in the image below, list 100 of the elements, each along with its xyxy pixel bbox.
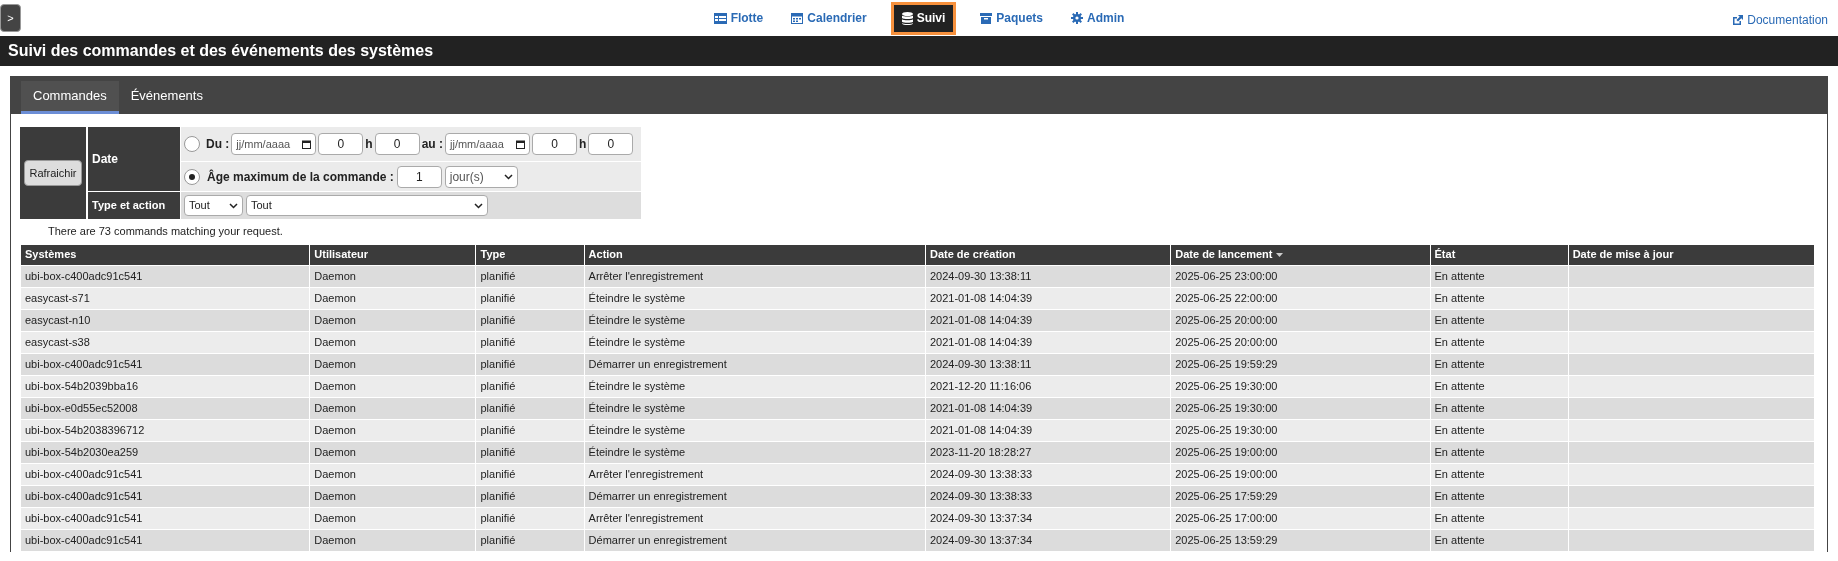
field-label: au : — [421, 136, 443, 153]
field-label: h — [579, 136, 587, 153]
table-cell: Daemon — [310, 353, 476, 375]
column-header[interactable]: Systèmes — [21, 244, 310, 265]
documentation-link[interactable]: Documentation — [1732, 11, 1828, 29]
table-cell: Arrêter l'enregistrement — [584, 265, 925, 287]
table-cell: 2025-06-25 17:00:00 — [1171, 507, 1430, 529]
refresh-button[interactable]: Rafraichir — [24, 159, 82, 187]
chevron-icon — [229, 202, 238, 209]
column-header[interactable]: État — [1430, 244, 1568, 265]
table-cell: Daemon — [310, 397, 476, 419]
table-cell: 2021-01-08 14:04:39 — [925, 331, 1171, 353]
input-field[interactable]: 0 — [532, 133, 577, 155]
radio-button[interactable] — [184, 168, 200, 185]
field-label: Du : — [206, 136, 230, 153]
tab[interactable]: Commandes — [21, 81, 119, 114]
page-title: Suivi des commandes et des événements des systèmes — [8, 41, 434, 61]
input-field[interactable]: 0 — [374, 133, 420, 155]
table-cell: 2024-09-30 13:37:34 — [925, 529, 1171, 551]
field-label: h — [365, 136, 373, 153]
column-header[interactable]: Date de lancement — [1171, 244, 1430, 265]
table-cell: easycast-s71 — [21, 287, 310, 309]
table-cell: Arrêter l'enregistrement — [584, 463, 925, 485]
chevron-icon — [474, 202, 483, 209]
table-cell: ubi-box-54b2030ea259 — [21, 441, 310, 463]
column-header[interactable]: Date de mise à jour — [1568, 244, 1814, 265]
database-icon — [901, 11, 913, 25]
table-cell: easycast-n10 — [21, 309, 310, 331]
table-cell: ubi-box-c400adc91c541 — [21, 463, 310, 485]
table-cell: Daemon — [310, 485, 476, 507]
table-cell: Daemon — [310, 375, 476, 397]
field-label: Âge maximum de la commande : — [207, 168, 394, 186]
table-cell: 2025-06-25 19:00:00 — [1171, 463, 1430, 485]
table-cell: En attente — [1430, 507, 1568, 529]
radio-button[interactable] — [184, 136, 200, 152]
column-header[interactable]: Action — [584, 244, 925, 265]
date-field[interactable]: jj/mm/aaaa — [231, 133, 317, 155]
table-cell: 2025-06-25 22:00:00 — [1171, 287, 1430, 309]
table-cell: 2025-06-25 23:00:00 — [1171, 265, 1430, 287]
table-cell: 2025-06-25 19:59:29 — [1171, 353, 1430, 375]
archive-icon — [980, 12, 993, 24]
table-cell: 2025-06-25 20:00:00 — [1171, 309, 1430, 331]
table-cell: Daemon — [310, 463, 476, 485]
nav-link[interactable]: Calendrier — [787, 9, 871, 27]
date-field[interactable]: jj/mm/aaaa — [445, 133, 530, 155]
table-cell: Éteindre le système — [584, 331, 925, 353]
table-cell: planifié — [476, 287, 584, 309]
tab[interactable]: Événements — [118, 81, 215, 114]
input-field[interactable]: 1 — [396, 165, 442, 188]
table-cell: 2025-06-25 19:00:00 — [1171, 441, 1430, 463]
input-field[interactable]: 0 — [318, 133, 364, 155]
nav-link[interactable]: Paquets — [976, 9, 1048, 27]
table-cell: 2023-11-20 18:28:27 — [925, 441, 1171, 463]
calendar-icon — [516, 139, 525, 149]
table-cell: En attente — [1430, 397, 1568, 419]
table-cell: Daemon — [310, 309, 476, 331]
column-header[interactable]: Type — [476, 244, 584, 265]
table-icon — [713, 12, 727, 24]
table-cell: planifié — [476, 309, 584, 331]
table-cell: planifié — [476, 441, 584, 463]
sidebar-toggle-button[interactable]: > — [0, 4, 21, 32]
table-cell: En attente — [1430, 331, 1568, 353]
table-cell: planifié — [476, 397, 584, 419]
table-cell: Daemon — [310, 529, 476, 551]
table-cell: En attente — [1430, 375, 1568, 397]
table-cell: En attente — [1430, 463, 1568, 485]
table-cell: En attente — [1430, 309, 1568, 331]
table-cell: Daemon — [310, 287, 476, 309]
table-cell: ubi-box-c400adc91c541 — [21, 353, 310, 375]
nav-link[interactable]: Suivi — [890, 1, 957, 35]
table-cell: En attente — [1430, 441, 1568, 463]
external-link-icon — [1732, 14, 1744, 26]
table-cell: En attente — [1430, 287, 1568, 309]
action-select[interactable]: Tout — [246, 195, 488, 216]
table-cell: planifié — [476, 485, 584, 507]
table-cell: planifié — [476, 507, 584, 529]
table-cell: planifié — [476, 419, 584, 441]
table-cell: 2025-06-25 19:30:00 — [1171, 397, 1430, 419]
column-header[interactable]: Utilisateur — [310, 244, 476, 265]
table-cell: Éteindre le système — [584, 419, 925, 441]
table-cell: 2025-06-25 19:30:00 — [1171, 419, 1430, 441]
table-cell: ubi-box-c400adc91c541 — [21, 265, 310, 287]
table-cell: ubi-box-54b2039bba16 — [21, 375, 310, 397]
input-field[interactable]: 0 — [588, 133, 634, 155]
nav-link[interactable]: Flotte — [709, 9, 768, 27]
table-cell: ubi-box-c400adc91c541 — [21, 529, 310, 551]
table-cell: Démarrer un enregistrement — [584, 529, 925, 551]
table-cell: easycast-s38 — [21, 331, 310, 353]
calendar-icon — [791, 12, 804, 24]
table-cell: 2025-06-25 17:59:29 — [1171, 485, 1430, 507]
table-cell: 2025-06-25 20:00:00 — [1171, 331, 1430, 353]
unit-select[interactable]: jour(s) — [444, 165, 518, 188]
sort-icon — [1275, 253, 1283, 258]
result-count: There are 73 commands matching your request. — [47, 224, 284, 239]
row-header: Type et action — [88, 192, 180, 219]
table-cell: 2021-01-08 14:04:39 — [925, 397, 1171, 419]
type-select[interactable]: Tout — [184, 195, 243, 216]
table-cell: En attente — [1430, 529, 1568, 551]
column-header[interactable]: Date de création — [925, 244, 1171, 265]
nav-link[interactable]: Admin — [1067, 9, 1129, 27]
